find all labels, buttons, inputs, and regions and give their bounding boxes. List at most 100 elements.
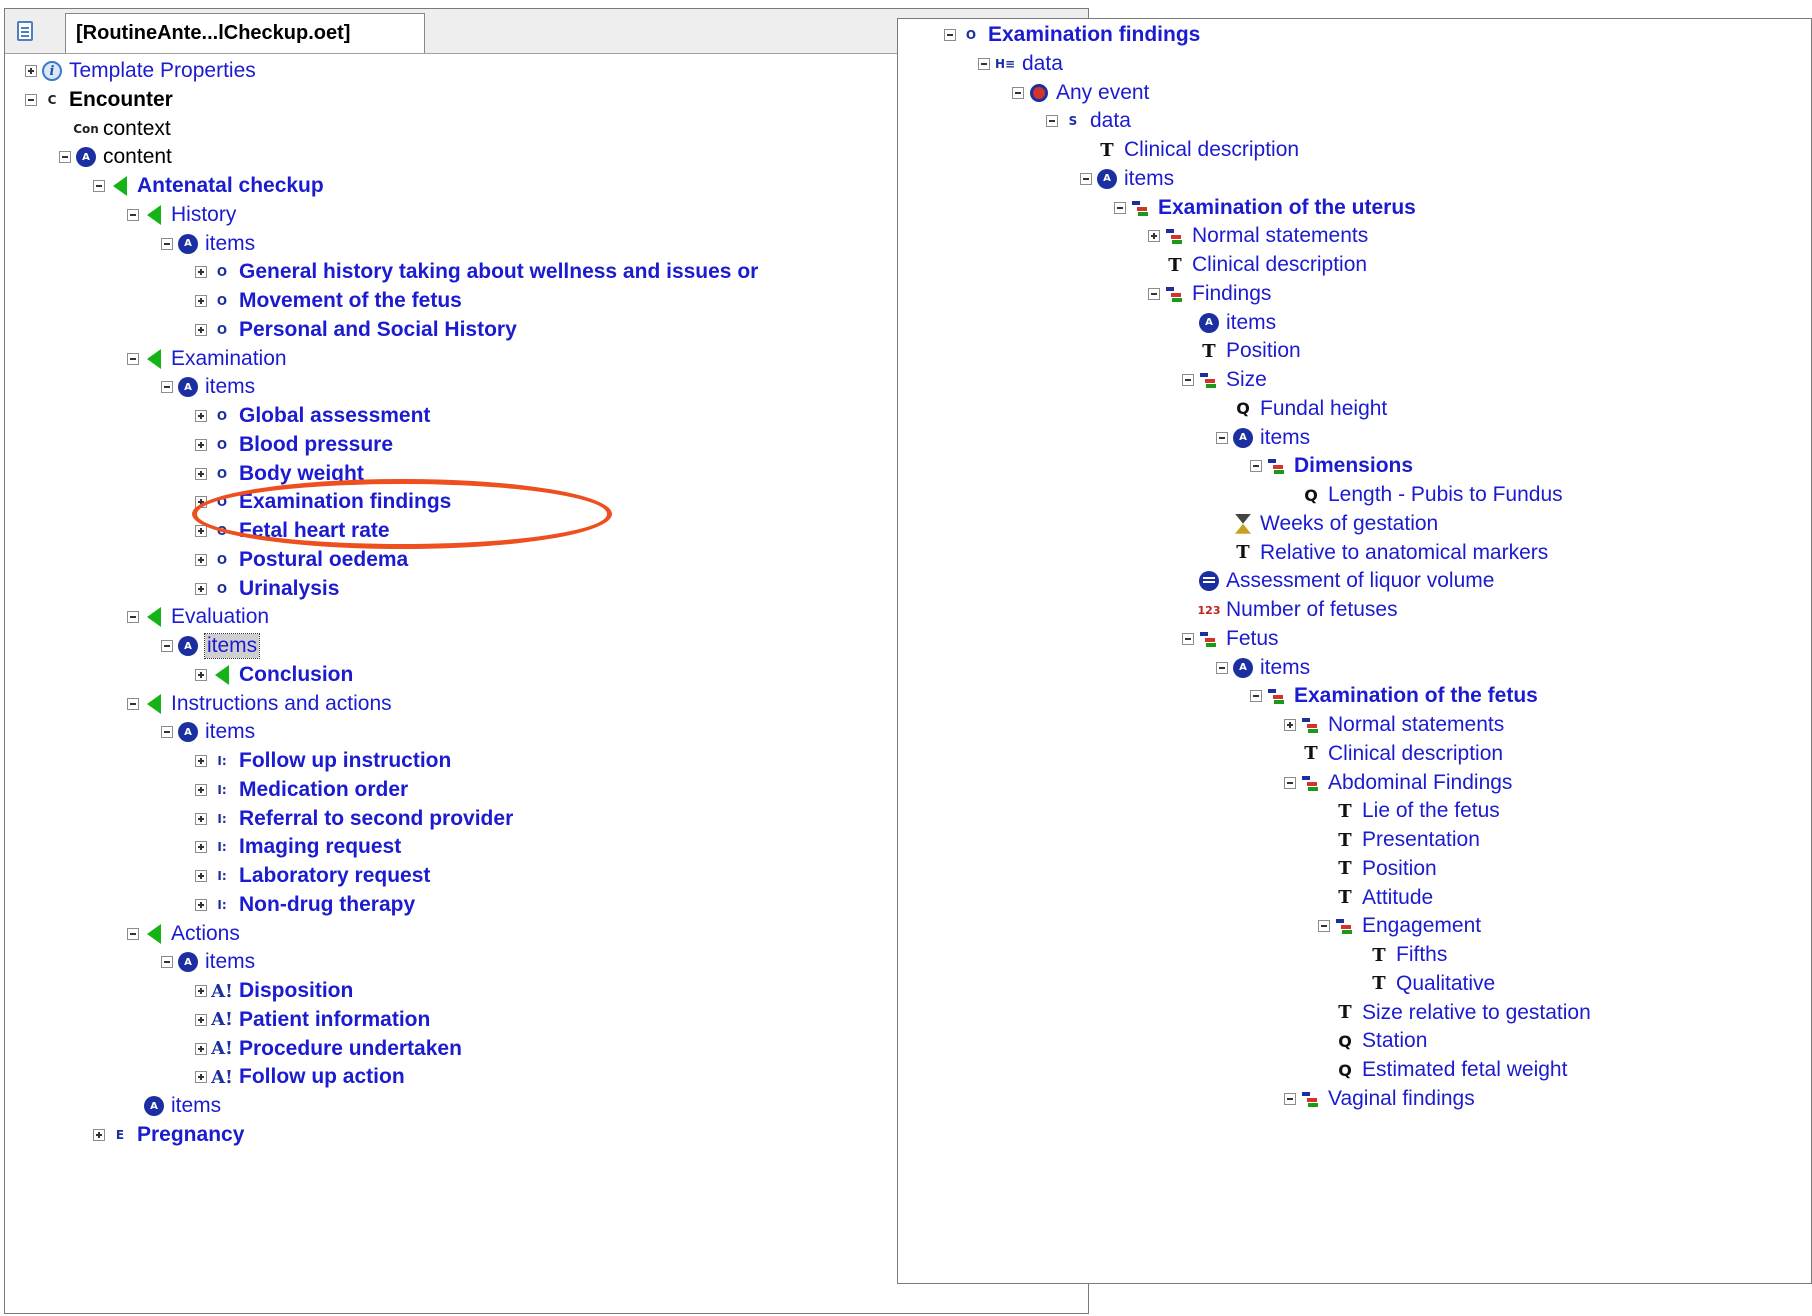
tree-node[interactable]: Actions [127, 919, 240, 949]
tree-node[interactable]: O Postural oedema [195, 545, 408, 575]
tree-node[interactable]: Conclusion [195, 660, 353, 690]
collapse-toggle[interactable] [127, 697, 139, 710]
tree-node[interactable]: Abdominal Findings [1284, 768, 1512, 798]
tree-node[interactable]: Vaginal findings [1284, 1084, 1475, 1114]
expand-toggle[interactable] [195, 266, 207, 279]
collapse-toggle[interactable] [93, 180, 105, 192]
tree-node[interactable]: T Fifths [1352, 940, 1447, 970]
collapse-toggle[interactable] [127, 927, 139, 940]
collapse-toggle[interactable] [1250, 460, 1262, 473]
tree-node[interactable]: Aitems [1182, 308, 1276, 338]
expand-toggle[interactable] [1284, 719, 1296, 731]
tree-node[interactable]: Aitems [161, 229, 255, 259]
expand-toggle[interactable] [195, 985, 207, 997]
tree-node[interactable]: Weeks of gestation [1216, 509, 1438, 539]
collapse-toggle[interactable] [1284, 1092, 1296, 1105]
tree-node[interactable]: T Attitude [1318, 883, 1433, 913]
tree-node[interactable]: Aitems [1216, 653, 1310, 683]
tree-node[interactable]: Evaluation [127, 602, 269, 632]
collapse-toggle[interactable] [1284, 776, 1296, 789]
tree-node[interactable]: C Encounter [25, 85, 173, 115]
expand-toggle[interactable] [195, 410, 207, 422]
collapse-toggle[interactable] [1182, 632, 1194, 645]
tree-node[interactable]: Engagement [1318, 911, 1481, 941]
tree-node[interactable]: O Body weight [195, 459, 364, 489]
tree-node[interactable]: O Examination findings [944, 20, 1200, 50]
tree-node[interactable]: T Presentation [1318, 825, 1480, 855]
tree-node[interactable]: H≡ data [978, 49, 1063, 79]
expand-toggle[interactable] [195, 1013, 207, 1026]
expand-toggle[interactable] [195, 870, 207, 882]
tree-node[interactable]: I: Non-drug therapy [195, 890, 415, 920]
collapse-toggle[interactable] [127, 611, 139, 624]
tree-node[interactable]: Q Fundal height [1216, 394, 1387, 424]
tree-node[interactable]: Aitems [161, 717, 255, 747]
tree-node[interactable]: Examination [127, 344, 287, 374]
collapse-toggle[interactable] [944, 29, 956, 41]
tree-node[interactable]: T Size relative to gestation [1318, 998, 1591, 1028]
tree-node[interactable]: I: Follow up instruction [195, 746, 451, 776]
expand-toggle[interactable] [25, 65, 37, 77]
tree-node[interactable]: Q Length - Pubis to Fundus [1284, 480, 1562, 510]
collapse-toggle[interactable] [161, 381, 173, 394]
tree-node[interactable]: Aitems [161, 631, 261, 661]
tree-node[interactable]: Assessment of liquor volume [1182, 566, 1494, 596]
tree-node[interactable]: Aitems [127, 1091, 221, 1121]
collapse-toggle[interactable] [1114, 201, 1126, 214]
tree-node[interactable]: Antenatal checkup [93, 171, 324, 201]
tree-node[interactable]: T Clinical description [1284, 739, 1503, 769]
collapse-toggle[interactable] [1318, 920, 1330, 933]
collapse-toggle[interactable] [127, 208, 139, 221]
tree-node[interactable]: T Clinical description [1148, 250, 1367, 280]
tree-node[interactable]: Aitems [1080, 164, 1174, 194]
collapse-toggle[interactable] [161, 640, 173, 652]
tree-node[interactable]: Size [1182, 365, 1267, 395]
tree-node[interactable]: 123 Number of fetuses [1182, 595, 1398, 625]
tree-node[interactable]: Con context [59, 114, 171, 144]
expand-toggle[interactable] [195, 438, 207, 451]
tree-node[interactable]: Normal statements [1148, 221, 1368, 251]
tree-node[interactable]: Findings [1148, 279, 1271, 309]
tree-node[interactable]: A! Patient information [195, 1005, 430, 1035]
tree-node[interactable]: I: Medication order [195, 775, 408, 805]
tree-node[interactable]: I: Imaging request [195, 832, 401, 862]
tree-node[interactable]: Instructions and actions [127, 689, 392, 719]
expand-toggle[interactable] [195, 553, 207, 566]
collapse-toggle[interactable] [1046, 115, 1058, 128]
tree-node[interactable]: History [127, 200, 236, 230]
tree-node[interactable]: E Pregnancy [93, 1120, 244, 1150]
tree-node[interactable]: I: Laboratory request [195, 861, 430, 891]
tree-node[interactable]: Sdata [1046, 106, 1131, 136]
tree-node[interactable]: Examination of the fetus [1250, 681, 1538, 711]
expand-toggle[interactable] [195, 841, 207, 854]
tree-node[interactable]: Normal statements [1284, 710, 1504, 740]
tree-node[interactable]: i Template Properties [25, 56, 256, 86]
expand-toggle[interactable] [195, 496, 207, 509]
expand-toggle[interactable] [195, 582, 207, 595]
tree-node[interactable]: T Position [1318, 854, 1436, 884]
tree-node[interactable]: T Qualitative [1352, 969, 1495, 999]
expand-toggle[interactable] [93, 1128, 105, 1141]
collapse-toggle[interactable] [127, 352, 139, 365]
tree-node[interactable]: O Movement of the fetus [195, 286, 462, 316]
tree-node[interactable]: O Urinalysis [195, 574, 339, 604]
collapse-toggle[interactable] [1148, 287, 1160, 300]
expand-toggle[interactable] [195, 783, 207, 796]
expand-toggle[interactable] [195, 898, 207, 911]
tree-node[interactable]: I: Referral to second provider [195, 804, 513, 834]
tree-node[interactable]: Examination of the uterus [1114, 193, 1416, 223]
tree-node[interactable]: O Fetal heart rate [195, 516, 390, 546]
tree-node[interactable]: Aitems [161, 372, 255, 402]
tree-node[interactable]: Q Station [1318, 1026, 1427, 1056]
collapse-toggle[interactable] [1080, 172, 1092, 185]
collapse-toggle[interactable] [1012, 86, 1024, 99]
collapse-toggle[interactable] [161, 956, 173, 969]
collapse-toggle[interactable] [161, 726, 173, 739]
expand-toggle[interactable] [195, 1071, 207, 1084]
tree-node[interactable]: O General history taking about wellness a… [195, 257, 758, 287]
tree-node[interactable]: O Blood pressure [195, 430, 393, 460]
tree-node[interactable]: Any event [1012, 78, 1149, 108]
expand-toggle[interactable] [195, 323, 207, 336]
collapse-toggle[interactable] [1182, 374, 1194, 386]
tree-node[interactable]: Fetus [1182, 624, 1279, 654]
